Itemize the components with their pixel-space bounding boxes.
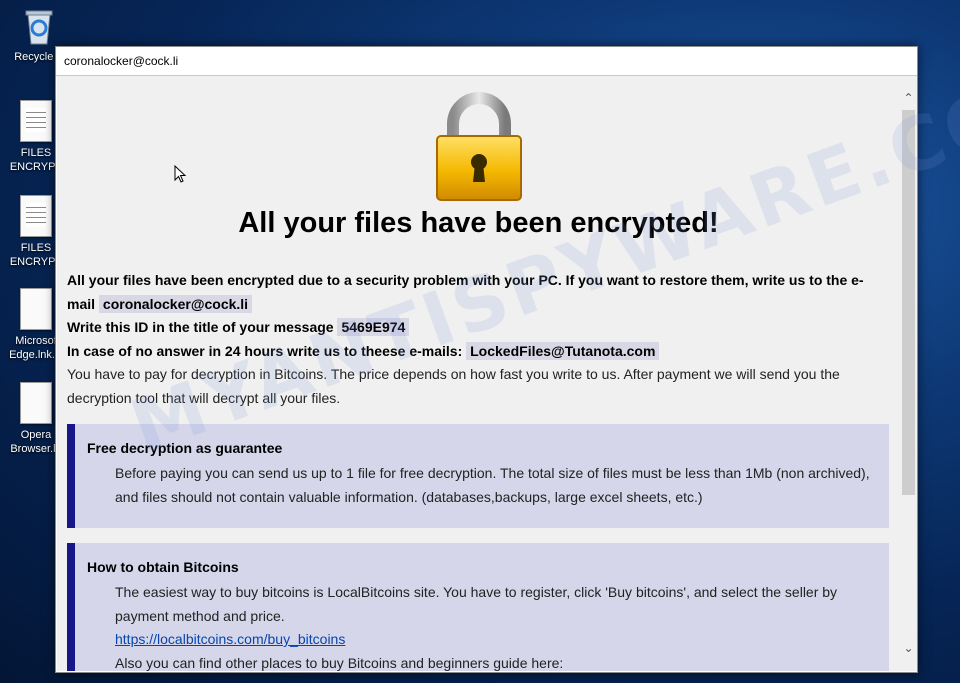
blank-file-icon [20, 288, 52, 330]
intro-text: All your files have been encrypted due t… [67, 269, 877, 410]
guarantee-text: Before paying you can send us up to 1 fi… [115, 465, 870, 505]
text-file-icon [20, 100, 52, 142]
vertical-scrollbar[interactable]: ⌃ ⌄ [900, 76, 917, 671]
ransom-note-window: coronalocker@cock.li All your files have… [55, 46, 918, 673]
bitcoins-section-body: The easiest way to buy bitcoins is Local… [115, 581, 881, 671]
bitcoins-title: How to obtain Bitcoins [87, 559, 239, 575]
padlock-icon [436, 92, 522, 201]
mouse-cursor-icon [174, 165, 187, 183]
blank-file-icon [20, 382, 52, 424]
scroll-up-icon[interactable]: ⌃ [900, 90, 917, 107]
alt-contact-label: In case of no answer in 24 hours write u… [67, 342, 463, 359]
guarantee-title: Free decryption as guarantee [87, 440, 283, 456]
text-file-icon [20, 195, 52, 237]
bitcoins-box: How to obtain Bitcoins The easiest way t… [67, 543, 889, 671]
payment-text: You have to pay for decryption in Bitcoi… [67, 366, 840, 406]
headline: All your files have been encrypted! [238, 207, 719, 239]
scroll-thumb[interactable] [902, 110, 915, 495]
recycle-bin-icon [25, 10, 53, 45]
alt-contact-email: LockedFiles@Tutanota.com [466, 341, 660, 360]
id-label: Write this ID in the title of your messa… [67, 319, 334, 335]
localbitcoins-link[interactable]: https://localbitcoins.com/buy_bitcoins [115, 631, 345, 647]
victim-id: 5469E974 [337, 318, 410, 336]
scroll-down-icon[interactable]: ⌄ [900, 640, 917, 657]
guarantee-box: Free decryption as guarantee Before payi… [67, 424, 889, 528]
desktop-icon-label: Opera Browser.ln [10, 429, 62, 455]
window-title[interactable]: coronalocker@cock.li [56, 47, 917, 76]
contact-email: coronalocker@cock.li [98, 294, 253, 313]
bitcoins-more-text: Also you can find other places to buy Bi… [115, 654, 564, 671]
bitcoins-text: The easiest way to buy bitcoins is Local… [115, 584, 838, 624]
